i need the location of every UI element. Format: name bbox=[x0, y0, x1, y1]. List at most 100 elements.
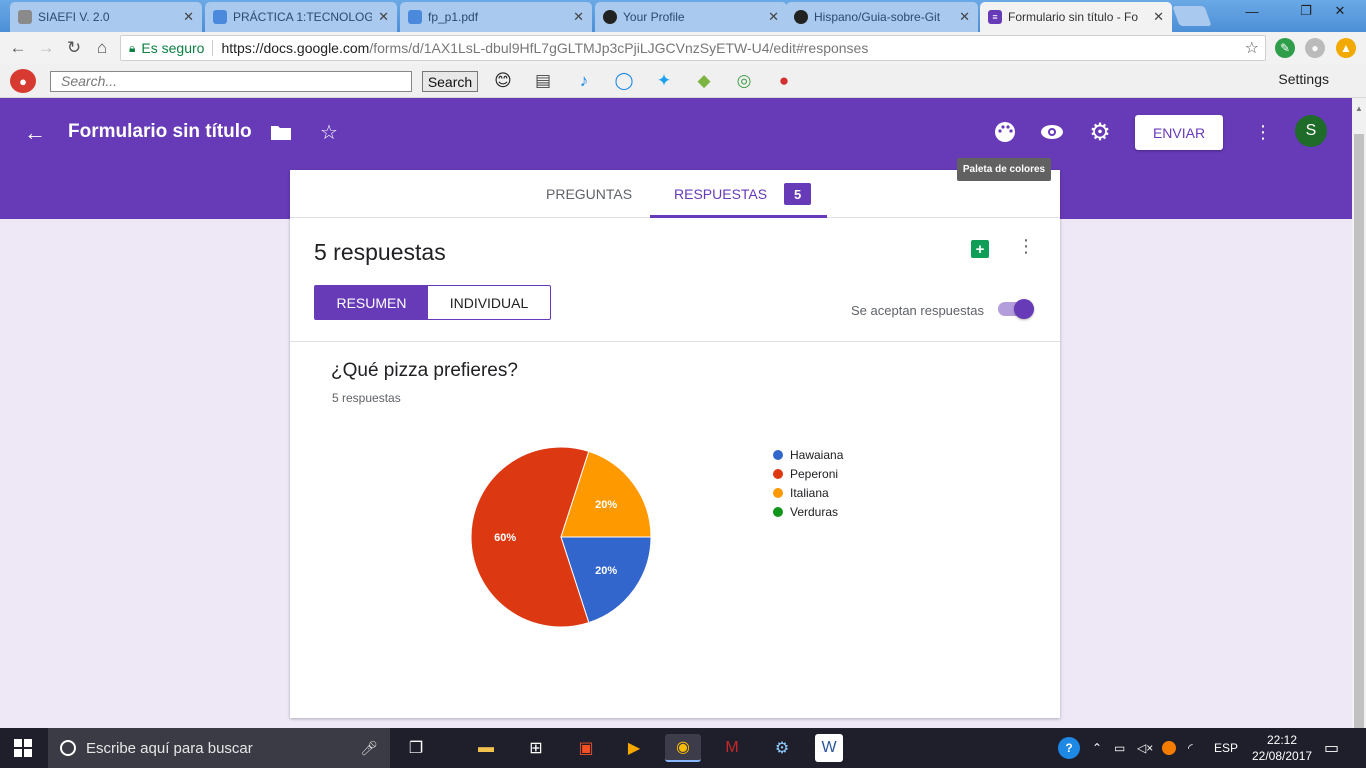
question-response-count: 5 respuestas bbox=[332, 391, 401, 405]
send-button[interactable]: ENVIAR bbox=[1135, 115, 1223, 150]
twitter-icon[interactable]: ✦ bbox=[652, 69, 676, 93]
toolbar-search-button[interactable]: Search bbox=[422, 71, 478, 92]
extension-icon[interactable]: ✎ bbox=[1275, 38, 1295, 58]
office-icon[interactable]: ▣ bbox=[572, 734, 600, 762]
browser-tab[interactable]: Your Profile ✕ bbox=[595, 2, 787, 32]
pie-chart: 20% 60% 20% bbox=[470, 446, 652, 628]
minimize-icon[interactable]: — bbox=[1238, 0, 1266, 22]
summary-view-button[interactable]: RESUMEN bbox=[315, 286, 428, 319]
media-player-icon[interactable]: ▶ bbox=[620, 734, 648, 762]
form-title[interactable]: Formulario sin título bbox=[68, 121, 252, 143]
close-tab-icon[interactable]: ✕ bbox=[378, 9, 389, 25]
preview-eye-icon[interactable] bbox=[1040, 120, 1064, 144]
chat-icon[interactable]: ◯ bbox=[612, 69, 636, 93]
tab-questions[interactable]: PREGUNTAS bbox=[546, 170, 632, 218]
address-bar[interactable]: 🔒︎ Es seguro https://docs.google.com/for… bbox=[120, 35, 1266, 61]
responses-count-title: 5 respuestas bbox=[314, 239, 446, 265]
browser-tab-title: Formulario sin título - Fo bbox=[1008, 10, 1139, 24]
windows-start-icon[interactable] bbox=[14, 739, 32, 757]
page-scrollbar[interactable]: ▲ bbox=[1352, 98, 1366, 764]
back-arrow-icon[interactable]: ← bbox=[24, 120, 46, 146]
browser-tab-active[interactable]: ≡ Formulario sin título - Fo ✕ bbox=[980, 2, 1172, 32]
pie-slice-label: 60% bbox=[494, 532, 516, 544]
bookmark-star-icon[interactable]: ☆ bbox=[1245, 38, 1259, 58]
close-tab-icon[interactable]: ✕ bbox=[183, 9, 194, 25]
battery-icon[interactable]: ▭ bbox=[1114, 728, 1125, 768]
back-icon[interactable]: ← bbox=[6, 36, 30, 60]
browser-tab[interactable]: SIAEFI V. 2.0 ✕ bbox=[10, 2, 202, 32]
music-icon[interactable]: ♪ bbox=[572, 69, 596, 93]
wifi-icon[interactable]: ◜ bbox=[1188, 728, 1193, 768]
browser-tab-strip: SIAEFI V. 2.0 ✕ PRÁCTICA 1:TECNOLOGÍ ✕ f… bbox=[0, 0, 1366, 32]
close-tab-icon[interactable]: ✕ bbox=[573, 9, 584, 25]
accepting-responses-toggle[interactable] bbox=[998, 299, 1034, 319]
toolbar-settings[interactable]: Settings bbox=[1278, 71, 1329, 87]
smiley-icon[interactable]: 😊︎ bbox=[491, 69, 515, 93]
angry-birds-icon[interactable]: ● bbox=[772, 69, 796, 93]
github-icon bbox=[603, 10, 617, 24]
more-options-icon[interactable]: ⋮ bbox=[1251, 120, 1275, 144]
star-icon[interactable]: ☆ bbox=[317, 120, 341, 144]
folder-icon[interactable] bbox=[269, 120, 293, 144]
toolbar-search-input[interactable]: Search... bbox=[50, 71, 412, 92]
apple-icon bbox=[18, 10, 32, 24]
extension-icon[interactable]: ▲ bbox=[1336, 38, 1356, 58]
file-explorer-icon[interactable]: ▬ bbox=[472, 734, 500, 762]
volume-icon[interactable]: ◁× bbox=[1137, 728, 1153, 768]
app-icon[interactable]: ⚙ bbox=[768, 734, 796, 762]
browser-tab[interactable]: fp_p1.pdf ✕ bbox=[400, 2, 592, 32]
taskbar-clock[interactable]: 22:12 22/08/2017 bbox=[1252, 732, 1312, 764]
home-icon[interactable]: ⌂ bbox=[90, 36, 114, 60]
legend-item: Italiana bbox=[773, 483, 843, 502]
palette-icon[interactable] bbox=[993, 120, 1017, 144]
browser-tab[interactable]: PRÁCTICA 1:TECNOLOGÍ ✕ bbox=[205, 2, 397, 32]
browser-tab-title: fp_p1.pdf bbox=[428, 10, 479, 24]
globe-icon[interactable]: ◎ bbox=[732, 69, 756, 93]
scrollbar-thumb[interactable] bbox=[1354, 134, 1364, 764]
mcafee-icon[interactable]: M bbox=[718, 734, 746, 762]
cortana-icon bbox=[60, 740, 76, 756]
new-tab-button[interactable] bbox=[1172, 6, 1212, 26]
notifications-icon[interactable]: ▭ bbox=[1324, 728, 1339, 768]
toolbar-logo-icon[interactable]: ● bbox=[10, 69, 36, 93]
close-tab-icon[interactable]: ✕ bbox=[1153, 9, 1164, 25]
responses-count-badge: 5 bbox=[784, 183, 812, 205]
responses-card: PREGUNTAS RESPUESTAS 5 5 respuestas + ⋮ … bbox=[290, 170, 1060, 718]
restore-icon[interactable]: ❐ bbox=[1292, 0, 1320, 22]
settings-gear-icon[interactable]: ⚙ bbox=[1088, 119, 1112, 146]
separator bbox=[212, 40, 214, 56]
individual-view-button[interactable]: INDIVIDUAL bbox=[428, 286, 550, 319]
close-window-icon[interactable]: ✕ bbox=[1326, 0, 1354, 22]
chrome-icon[interactable]: ◉ bbox=[665, 734, 701, 762]
more-options-icon[interactable]: ⋮ bbox=[1017, 236, 1035, 257]
android-icon[interactable]: ◆ bbox=[692, 69, 716, 93]
reload-icon[interactable]: ↻ bbox=[62, 36, 86, 60]
browser-tab-title: PRÁCTICA 1:TECNOLOGÍ bbox=[233, 10, 373, 24]
language-indicator[interactable]: ESP bbox=[1214, 728, 1238, 768]
close-tab-icon[interactable]: ✕ bbox=[959, 9, 970, 25]
scroll-up-icon[interactable]: ▲ bbox=[1355, 104, 1363, 113]
legend-label: Hawaiana bbox=[790, 447, 844, 462]
close-tab-icon[interactable]: ✕ bbox=[768, 9, 779, 25]
avast-icon[interactable] bbox=[1162, 728, 1176, 768]
legend-color-swatch bbox=[773, 449, 783, 460]
word-icon[interactable]: W bbox=[815, 734, 843, 762]
video-icon[interactable]: ▤ bbox=[531, 69, 555, 93]
tray-chevron-icon[interactable]: ⌃ bbox=[1092, 728, 1102, 768]
browser-tab-title: Hispano/Guia-sobre-Git bbox=[814, 10, 941, 24]
windows-taskbar: Escribe aquí para buscar 🎤︎ ❐ ▬ ⊞ ▣ ▶ ◉ … bbox=[0, 728, 1366, 768]
form-tabs: PREGUNTAS RESPUESTAS 5 bbox=[290, 170, 1060, 218]
sheets-icon[interactable]: + bbox=[971, 240, 989, 258]
store-icon[interactable]: ⊞ bbox=[522, 734, 550, 762]
legend-color-swatch bbox=[773, 506, 783, 517]
extension-icon[interactable]: ● bbox=[1305, 38, 1325, 58]
forward-icon[interactable]: → bbox=[34, 36, 58, 60]
help-icon[interactable]: ? bbox=[1058, 728, 1080, 768]
browser-tab[interactable]: Hispano/Guia-sobre-Git ✕ bbox=[786, 2, 978, 32]
task-view-icon[interactable]: ❐ bbox=[402, 734, 430, 762]
avatar[interactable]: S bbox=[1295, 115, 1327, 147]
microphone-icon[interactable]: 🎤︎ bbox=[360, 740, 378, 757]
taskbar-search[interactable]: Escribe aquí para buscar 🎤︎ bbox=[48, 728, 390, 768]
legend-item: Peperoni bbox=[773, 464, 843, 483]
tab-responses[interactable]: RESPUESTAS 5 bbox=[674, 170, 812, 218]
